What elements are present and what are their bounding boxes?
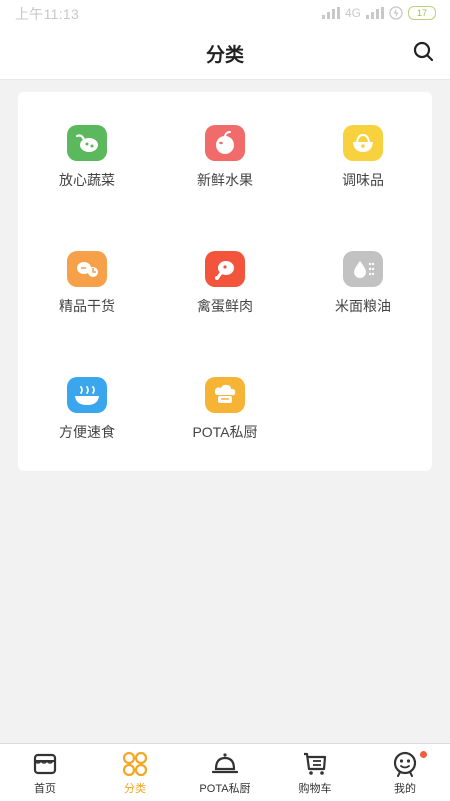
tab-label: 我的 — [394, 783, 416, 795]
signal-icon — [321, 7, 340, 19]
category-label: 方便速食 — [59, 424, 115, 440]
status-indicators: 4G 17 — [321, 5, 436, 21]
tab-category[interactable]: 分类 — [90, 744, 180, 801]
grain-oil-icon — [343, 251, 383, 287]
instant-food-icon — [67, 377, 107, 413]
category-instant-food[interactable]: 方便速食 — [18, 377, 156, 473]
status-bar: 上午11:13 4G 17 — [0, 0, 450, 26]
category-grain-oil[interactable]: 米面粮油 — [294, 251, 432, 347]
tab-label: POTA私厨 — [199, 783, 251, 795]
category-label: 调味品 — [342, 172, 384, 188]
tab-profile[interactable]: 我的 — [360, 744, 450, 801]
charging-icon — [389, 6, 403, 20]
category-label: 精品干货 — [59, 298, 115, 314]
notification-badge — [420, 751, 427, 758]
category-pota-kitchen[interactable]: POTA私厨 — [156, 377, 294, 473]
store-icon — [33, 753, 57, 775]
category-label: POTA私厨 — [192, 424, 258, 440]
fruit-icon — [205, 125, 245, 161]
category-label: 新鲜水果 — [197, 172, 253, 188]
category-card: 放心蔬菜 新鲜水果 调味品 精品干货 禽蛋鲜肉 米面粮油 方便速食 POTA私厨 — [18, 92, 432, 471]
chef-icon — [205, 377, 245, 413]
search-icon — [413, 41, 434, 62]
tab-pota-kitchen[interactable]: POTA私厨 — [180, 744, 270, 801]
grid-icon — [122, 751, 148, 777]
status-time: 上午11:13 — [15, 6, 80, 22]
battery-icon: 17 — [408, 6, 436, 20]
vegetable-icon — [67, 125, 107, 161]
category-vegetables[interactable]: 放心蔬菜 — [18, 125, 156, 221]
category-dried-goods[interactable]: 精品干货 — [18, 251, 156, 347]
meat-icon — [205, 251, 245, 287]
signal-icon — [366, 7, 384, 19]
header: 分类 — [0, 26, 450, 80]
profile-icon — [393, 751, 417, 777]
category-label: 米面粮油 — [335, 298, 391, 314]
category-label: 放心蔬菜 — [59, 172, 115, 188]
tab-label: 购物车 — [298, 783, 332, 795]
cart-icon — [304, 752, 327, 775]
cloche-icon — [212, 753, 238, 774]
page-title: 分类 — [205, 45, 244, 66]
tab-label: 首页 — [34, 783, 56, 795]
bottom-tab-bar: 首页 分类 POTA私厨 购物车 我的 — [0, 743, 450, 801]
condiment-icon — [343, 125, 383, 161]
tab-home[interactable]: 首页 — [0, 744, 90, 801]
category-label: 禽蛋鲜肉 — [197, 298, 253, 314]
search-button[interactable] — [412, 40, 436, 64]
category-fruits[interactable]: 新鲜水果 — [156, 125, 294, 221]
tab-cart[interactable]: 购物车 — [270, 744, 360, 801]
network-type: 4G — [344, 6, 361, 20]
category-condiments[interactable]: 调味品 — [294, 125, 432, 221]
category-meat[interactable]: 禽蛋鲜肉 — [156, 251, 294, 347]
dried-goods-icon — [67, 251, 107, 287]
tab-label: 分类 — [124, 783, 146, 795]
